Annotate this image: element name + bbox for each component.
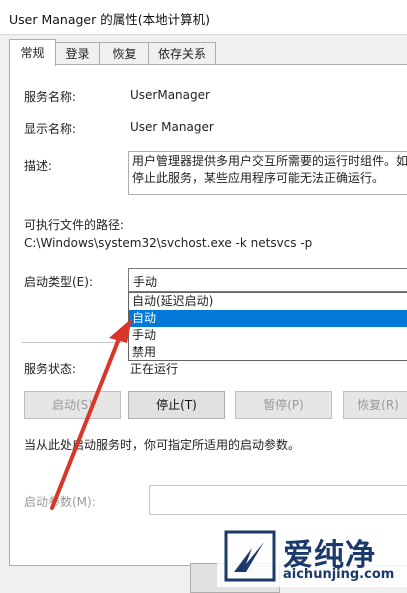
startup-option-auto[interactable]: 自动 — [129, 310, 407, 327]
pause-button[interactable]: 暂停(P) — [235, 391, 332, 419]
service-status-label: 服务状态: — [24, 362, 77, 376]
section-divider — [22, 342, 122, 343]
description-box[interactable]: 用户管理器提供多用户交互所需要的运行时组件。如 停止此服务，某些应用程序可能无法… — [128, 151, 407, 195]
service-name-label: 服务名称: — [24, 90, 77, 104]
startup-type-current: 手动 — [133, 275, 158, 289]
service-name-value: UserManager — [130, 88, 210, 102]
startup-option-auto-delayed[interactable]: 自动(延迟启动) — [129, 293, 407, 310]
description-line-1: 用户管理器提供多用户交互所需要的运行时组件。如 — [132, 154, 407, 168]
start-params-input[interactable] — [149, 485, 407, 515]
resume-button[interactable]: 恢复(R) — [343, 391, 407, 419]
watermark-url: aichunjing.com — [283, 567, 395, 582]
title-bar: User Manager 的属性(本地计算机) — [0, 0, 407, 35]
tab-general[interactable]: 常规 — [9, 39, 56, 66]
exe-path-label: 可执行文件的路径: — [24, 218, 125, 232]
watermark-logo-icon — [224, 530, 276, 582]
exe-path-value: C:\Windows\system32\svchost.exe -k netsv… — [24, 236, 313, 250]
start-params-hint: 当从此处启动服务时，你可指定所适用的启动参数。 — [24, 438, 301, 452]
start-button[interactable]: 启动(S) — [24, 391, 121, 419]
display-name-value: User Manager — [130, 120, 214, 134]
startup-type-label: 启动类型(E): — [24, 275, 93, 289]
window-title: User Manager 的属性(本地计算机) — [9, 12, 210, 27]
start-params-label: 启动参数(M): — [24, 495, 96, 509]
description-label: 描述: — [24, 159, 53, 173]
startup-option-disabled[interactable]: 禁用 — [129, 344, 407, 361]
tab-dependencies[interactable]: 依存关系 — [148, 42, 216, 65]
startup-option-manual[interactable]: 手动 — [129, 327, 407, 344]
display-name-label: 显示名称: — [24, 122, 77, 136]
stop-button[interactable]: 停止(T) — [128, 391, 225, 419]
startup-type-dropdown: 自动(延迟启动) 自动 手动 禁用 — [128, 292, 407, 361]
watermark: 爱纯净 aichunjing.com — [217, 526, 407, 587]
description-line-2: 停止此服务，某些应用程序可能无法正确运行。 — [132, 171, 385, 185]
tab-recovery[interactable]: 恢复 — [99, 42, 150, 65]
tab-logon[interactable]: 登录 — [54, 42, 101, 65]
service-status-value: 正在运行 — [130, 362, 179, 376]
startup-type-combobox[interactable]: 手动 — [128, 268, 407, 292]
